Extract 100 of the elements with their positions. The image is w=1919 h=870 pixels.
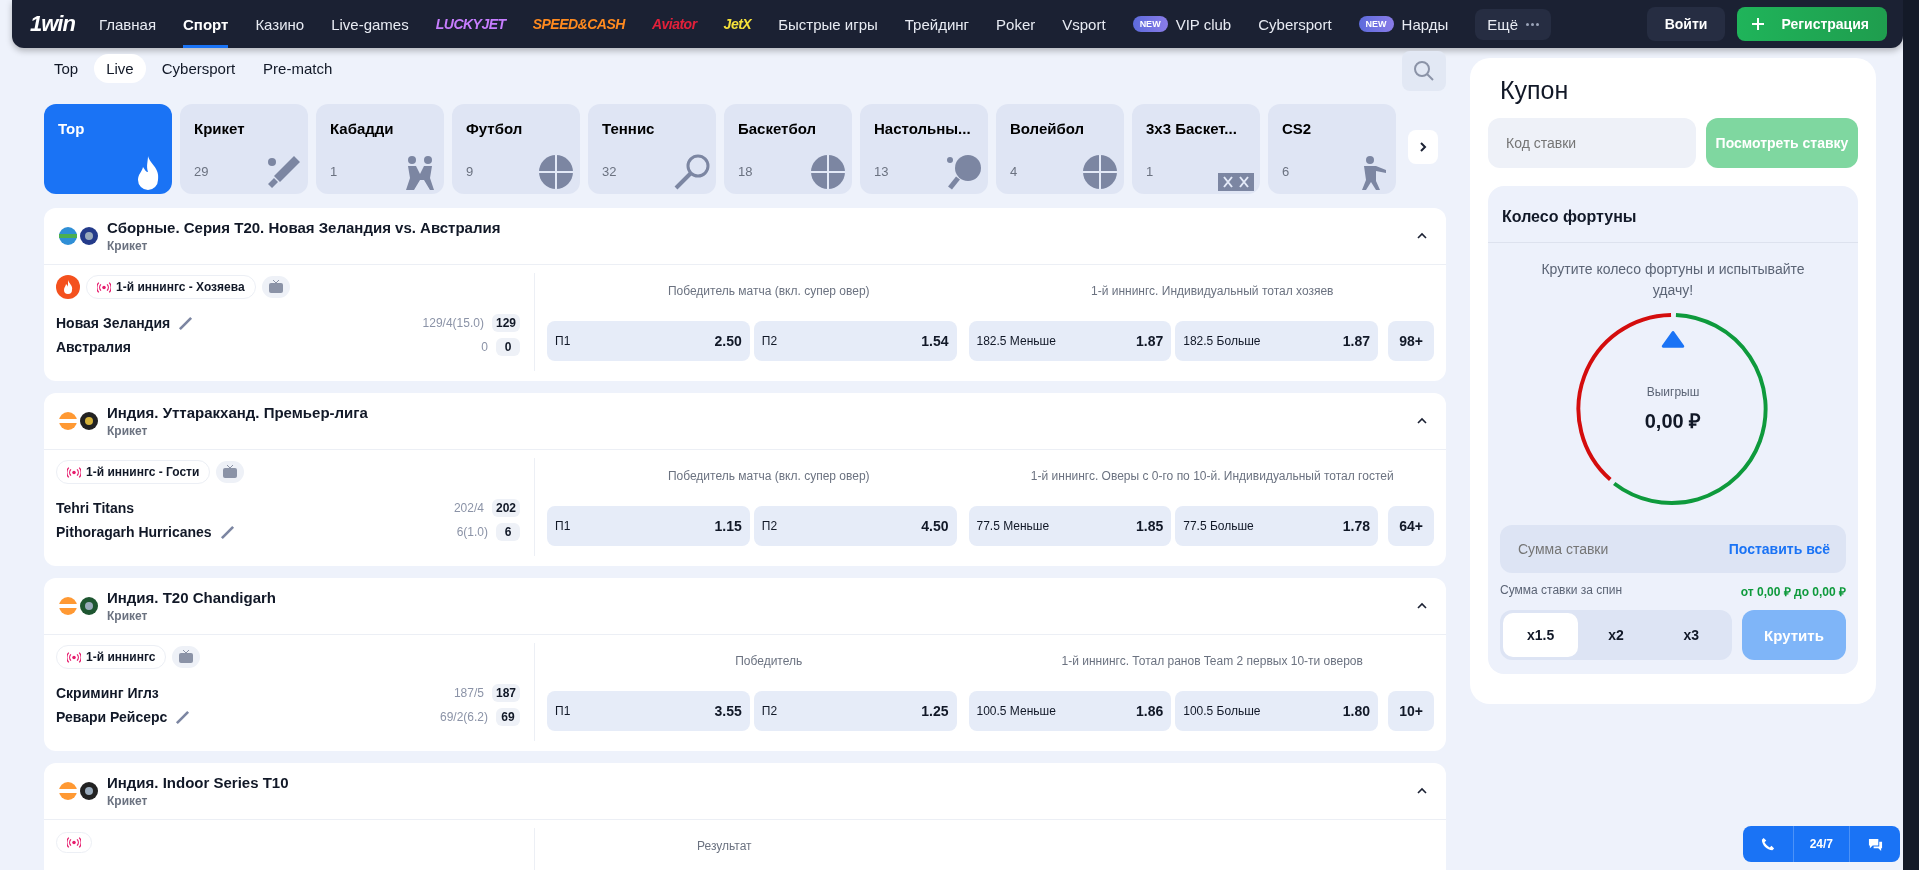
chat-icon: [1867, 836, 1883, 852]
sport-tile[interactable]: Баскетбол 18: [724, 104, 852, 194]
more-markets-button[interactable]: 64+: [1388, 506, 1434, 546]
nav-link[interactable]: Vsport: [1062, 0, 1106, 48]
search-icon: [1412, 59, 1436, 83]
inning-status: 1-й иннингс - Гости: [86, 465, 200, 479]
sport-tile[interactable]: CS2 6: [1268, 104, 1396, 194]
nav-link[interactable]: Казино: [255, 0, 305, 48]
sport-tile[interactable]: Волейбол 4: [996, 104, 1124, 194]
outcome-label: П1: [555, 334, 571, 348]
odds-value: 1.15: [714, 518, 742, 534]
league-title: Индия. Indoor Series T10: [107, 774, 289, 791]
market-title: 1-й иннингс. Оверы с 0-го по 10-й. Индивидуальный тотал гостей: [1029, 469, 1395, 483]
nav-link[interactable]: Трейдинг: [904, 0, 970, 48]
odds-button[interactable]: П1 3.55: [547, 691, 750, 731]
multiplier-option[interactable]: x2: [1578, 613, 1654, 657]
tv-icon: [178, 650, 195, 664]
odds-value: 2.50: [714, 333, 742, 349]
basketball-icon: [808, 152, 848, 192]
sport-tile[interactable]: 3x3 Баскет... 1: [1132, 104, 1260, 194]
odds-button[interactable]: 182.5 Меньше 1.87: [968, 321, 1172, 361]
sport-name: Крикет: [194, 120, 245, 137]
flag-icon: [58, 596, 78, 616]
score: 187: [491, 684, 520, 702]
live-broadcast-icon: [97, 281, 111, 293]
multiplier-option[interactable]: x1.5: [1503, 613, 1579, 657]
plus-icon: [1751, 17, 1766, 31]
odds-button[interactable]: П1 2.50: [547, 321, 750, 361]
outcome-label: 100.5 Больше: [1183, 704, 1261, 718]
nav-link[interactable]: Live-games: [331, 0, 409, 48]
nav-link[interactable]: Спорт: [183, 0, 229, 48]
sport-tile[interactable]: Настольны... 13: [860, 104, 988, 194]
sport-tile[interactable]: Кабадди 1: [316, 104, 444, 194]
odds-value: 1.85: [1136, 518, 1164, 534]
score-detail: 129/4(15.0): [422, 316, 484, 330]
nav-label: Трейдинг: [904, 15, 970, 33]
filter-tab[interactable]: Pre-match: [251, 53, 345, 83]
search-button[interactable]: [1402, 51, 1446, 91]
league-title: Сборные. Серия T20. Новая Зеландия vs. Австралия: [107, 219, 501, 236]
outcome-label: П2: [761, 334, 778, 348]
wheel-title: Колесо фортуны: [1488, 186, 1858, 243]
market-title: Победитель матча (вкл. супер овер): [666, 469, 871, 483]
wheel-description: Крутите колесо фортуны и испытывайте удачу!: [1540, 260, 1806, 300]
sport-label: Крикет: [107, 609, 149, 623]
league-title: Индия. Уттаракханд. Премьер-лига: [107, 404, 368, 421]
odds-value: 3.55: [714, 703, 742, 719]
tv-button[interactable]: [216, 461, 245, 483]
more-markets-button[interactable]: 98+: [1388, 321, 1434, 361]
outcome-label: П2: [761, 704, 778, 718]
odds-value: 1.25: [921, 703, 949, 719]
nav-link[interactable]: NEW Нарды: [1358, 0, 1449, 48]
multiplier-option[interactable]: x3: [1653, 613, 1729, 657]
filter-tab[interactable]: Top: [42, 53, 91, 83]
sport-tile[interactable]: Футбол 9: [452, 104, 580, 194]
nav-link[interactable]: Cybersport: [1258, 0, 1332, 48]
coupon-title: Купон: [1500, 76, 1570, 106]
odds-button[interactable]: П1 1.15: [547, 506, 750, 546]
tv-button[interactable]: [261, 276, 290, 298]
outcome-label: П2: [761, 519, 778, 533]
game-logo-link[interactable]: JetX: [723, 0, 752, 48]
game-logo-link[interactable]: LUCKYJET: [435, 0, 506, 48]
more-markets-button[interactable]: 10+: [1388, 691, 1434, 731]
sport-tile[interactable]: Крикет 29: [180, 104, 308, 194]
team-logo-icon: [79, 596, 99, 616]
market-title: Победитель: [734, 654, 804, 668]
next-arrow-button[interactable]: [1408, 130, 1438, 164]
logo[interactable]: 1win: [30, 11, 75, 37]
nav-link[interactable]: Главная: [98, 0, 156, 48]
filter-tab[interactable]: Cybersport: [149, 53, 248, 83]
filter-tab[interactable]: Live: [94, 53, 146, 83]
nav-label: Poker: [996, 15, 1036, 33]
odds-value: 4.50: [921, 518, 949, 534]
login-button[interactable]: Войти: [1646, 7, 1726, 41]
odds-button[interactable]: 182.5 Больше 1.87: [1175, 321, 1378, 361]
more-menu-button[interactable]: Ещё: [1475, 8, 1551, 40]
nav-link[interactable]: NEW VIP club: [1132, 0, 1232, 48]
odds-value: 1.87: [1136, 333, 1164, 349]
odds-button[interactable]: П2 4.50: [753, 506, 957, 546]
odds-button[interactable]: П2 1.25: [753, 691, 957, 731]
odds-button[interactable]: 100.5 Больше 1.80: [1175, 691, 1378, 731]
stake-range: от 0,00 ₽ до 0,00 ₽: [1740, 584, 1846, 600]
spin-stake-label: Сумма ставки за спин: [1500, 583, 1623, 599]
bet-code-field[interactable]: Код ставки: [1488, 118, 1696, 168]
game-logo-link[interactable]: SPEED&CASH: [532, 0, 625, 48]
flag-icon: [58, 226, 78, 246]
odds-button[interactable]: 100.5 Меньше 1.86: [968, 691, 1172, 731]
odds-button[interactable]: 77.5 Меньше 1.85: [968, 506, 1172, 546]
register-label: Регистрация: [1781, 16, 1869, 32]
odds-button[interactable]: 77.5 Больше 1.78: [1175, 506, 1378, 546]
sport-tile[interactable]: Top: [44, 104, 172, 194]
sport-tile[interactable]: Теннис 32: [588, 104, 716, 194]
nav-link[interactable]: Быстрые игры: [778, 0, 878, 48]
game-logo: Aviator: [651, 16, 697, 32]
nav-link[interactable]: Poker: [996, 0, 1036, 48]
event-count: 9: [466, 164, 474, 179]
tv-button[interactable]: [172, 646, 201, 668]
event-count: 29: [194, 164, 209, 179]
odds-button[interactable]: П2 1.54: [753, 321, 957, 361]
league-title: Индия. T20 Chandigarh: [107, 589, 277, 606]
new-badge: NEW: [1132, 16, 1168, 32]
